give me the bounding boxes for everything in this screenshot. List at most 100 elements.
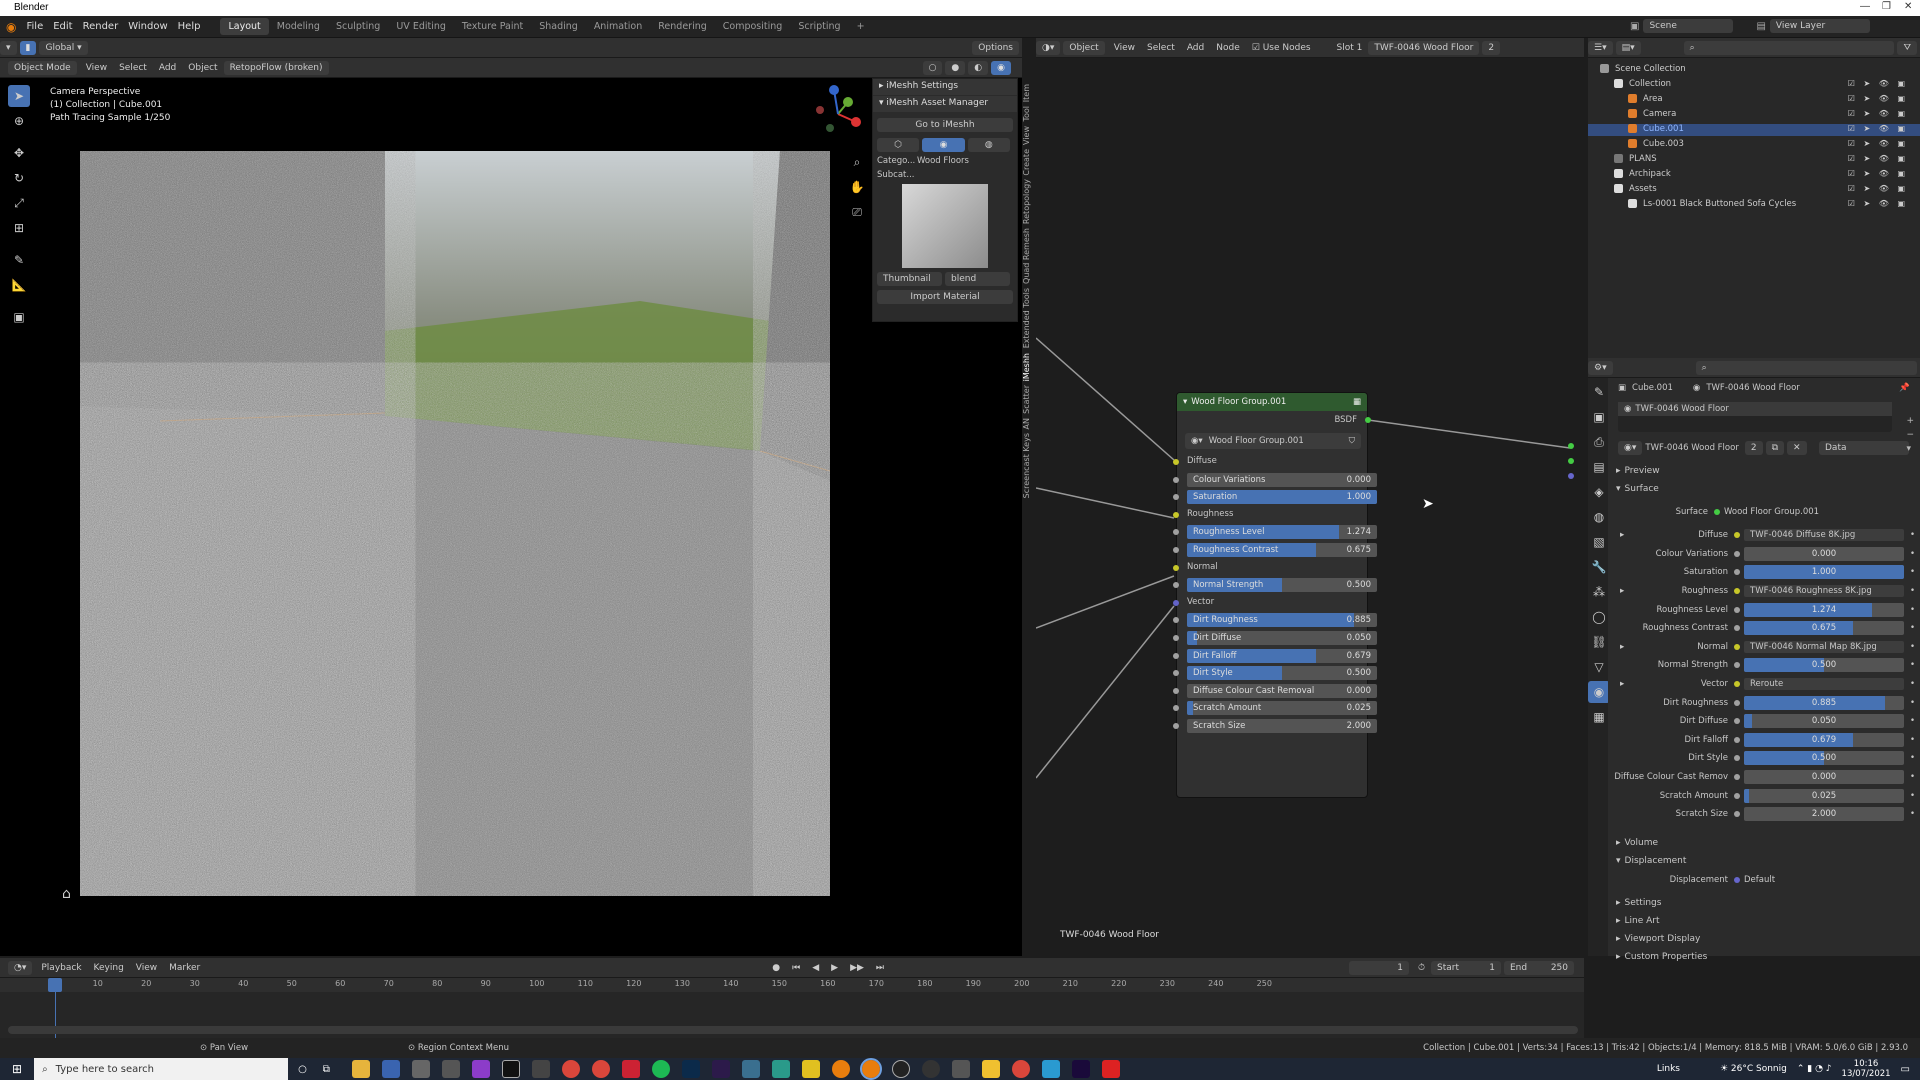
- move-tool-icon[interactable]: ✥: [8, 142, 30, 164]
- constraints-tab-icon[interactable]: ⛓: [1588, 631, 1610, 653]
- node-slider[interactable]: Normal Strength 0.500: [1187, 578, 1377, 593]
- displacement-panel-header[interactable]: ▾ Displacement: [1608, 852, 1920, 870]
- scene-tab-icon[interactable]: ◈: [1588, 481, 1610, 503]
- editor-type-button[interactable]: ☰▾: [1588, 40, 1613, 55]
- premiere-icon[interactable]: [1071, 1060, 1090, 1078]
- input-socket[interactable]: [1173, 687, 1179, 694]
- outliner-item-archipack[interactable]: Archipack ☑ ➤ 👁 ▣: [1588, 169, 1920, 181]
- windows-start-icon[interactable]: ⊞: [12, 1062, 22, 1076]
- keyframe-dot-icon[interactable]: •: [1910, 698, 1915, 708]
- prop-slider[interactable]: 0.000: [1744, 770, 1904, 785]
- cursor-tool-icon[interactable]: ⊕: [8, 110, 30, 132]
- jump-start-icon[interactable]: ⏮: [792, 963, 800, 973]
- input-socket[interactable]: [1173, 617, 1179, 624]
- tray-icons[interactable]: ⌃ ▮ ◔ ♪: [1797, 1064, 1832, 1074]
- timeline-menu-playback[interactable]: Playback: [41, 963, 81, 973]
- settings-panel-header[interactable]: ▸ Settings: [1608, 894, 1920, 912]
- keyframe-dot-icon[interactable]: •: [1910, 660, 1915, 670]
- weather-widget[interactable]: ☀ 26°C Sonnig: [1720, 1064, 1787, 1074]
- blender-taskbar-icon[interactable]: [859, 1058, 882, 1080]
- pin-icon[interactable]: 📌: [1899, 383, 1910, 393]
- node-input-diffuse-colour-cast-removal[interactable]: Diffuse Colour Cast Removal 0.000: [1173, 683, 1377, 698]
- link-data-dropdown[interactable]: Data: [1819, 441, 1909, 455]
- material-tab-icon[interactable]: ◉: [1588, 681, 1610, 703]
- node-input-dirt-roughness[interactable]: Dirt Roughness 0.885: [1173, 613, 1377, 628]
- node-input-roughness-contrast[interactable]: Roughness Contrast 0.675: [1173, 543, 1377, 557]
- tab-texture-paint[interactable]: Texture Paint: [454, 18, 531, 35]
- keyframe-dot-icon[interactable]: •: [1910, 772, 1915, 782]
- scene-selector[interactable]: Scene: [1643, 19, 1734, 33]
- output-node-edge[interactable]: [1568, 398, 1584, 528]
- collapse-arrow-icon[interactable]: ▾: [1183, 397, 1187, 407]
- imeshh-settings-header[interactable]: ▸ iMeshh Settings: [873, 79, 1017, 95]
- measure-tool-icon[interactable]: 📐: [8, 274, 30, 296]
- npanel-tab-view[interactable]: View: [1022, 126, 1031, 145]
- visibility-toggles[interactable]: ☑ ➤ 👁 ▣: [1848, 169, 1908, 178]
- outliner-item-plans[interactable]: PLANS ☑ ➤ 👁 ▣: [1588, 154, 1920, 166]
- expand-arrow-icon[interactable]: ▸: [1620, 586, 1624, 596]
- duplicate-material-icon[interactable]: ⧉: [1765, 441, 1784, 455]
- transform-orientation[interactable]: Global ▾: [39, 40, 88, 55]
- prop-slider[interactable]: 0.000: [1744, 546, 1904, 561]
- prop-slider[interactable]: 0.500: [1744, 658, 1904, 673]
- input-socket[interactable]: [1734, 681, 1740, 688]
- category-dropdown[interactable]: Wood Floors: [917, 156, 1013, 166]
- slot-dropdown[interactable]: Slot 1: [1337, 43, 1363, 53]
- input-socket[interactable]: [1173, 529, 1179, 536]
- prop-link-field[interactable]: TWF-0046 Roughness 8K.jpg: [1744, 585, 1904, 598]
- links-toolbar[interactable]: Links: [1657, 1064, 1680, 1074]
- displacement-field[interactable]: Default: [1744, 875, 1775, 885]
- navigation-gizmo[interactable]: [808, 84, 868, 144]
- input-socket[interactable]: [1173, 476, 1179, 483]
- photoshop-icon[interactable]: [681, 1060, 700, 1078]
- use-nodes-checkbox[interactable]: ☑ Use Nodes: [1252, 43, 1311, 53]
- preview-range-icon[interactable]: ⏱: [1418, 963, 1425, 973]
- node-input-colour-variations[interactable]: Colour Variations 0.000: [1173, 472, 1377, 487]
- clock[interactable]: 10:16 13/07/2021: [1842, 1059, 1891, 1079]
- prop-slider[interactable]: 0.500: [1744, 751, 1904, 766]
- minimize-icon[interactable]: —: [1860, 1, 1870, 12]
- outliner-item-ls-0001-black-buttoned-sofa-cycles[interactable]: Ls-0001 Black Buttoned Sofa Cycles ☑ ➤ 👁 …: [1588, 199, 1920, 211]
- viewport-display-panel-header[interactable]: ▸ Viewport Display: [1608, 930, 1920, 948]
- pan-hand-icon[interactable]: ✋: [846, 176, 868, 198]
- play-icon[interactable]: ▶: [831, 963, 838, 973]
- keyframe-dot-icon[interactable]: •: [1910, 642, 1915, 652]
- node-input-dirt-falloff[interactable]: Dirt Falloff 0.679: [1173, 648, 1377, 663]
- browse-material-icon[interactable]: ◉▾: [1618, 441, 1643, 455]
- data-tab-icon[interactable]: ▽: [1588, 656, 1610, 678]
- world-tab-icon[interactable]: ◍: [1588, 506, 1610, 528]
- npanel-tab-tool[interactable]: Tool: [1022, 106, 1031, 122]
- menu-render[interactable]: Render: [83, 21, 119, 32]
- viewport-shading-material-icon[interactable]: ◐: [968, 60, 989, 75]
- file-explorer-icon[interactable]: [351, 1060, 370, 1078]
- surface-shader-field[interactable]: Wood Floor Group.001: [1724, 507, 1819, 517]
- outliner-item-cube-003[interactable]: Cube.003 ☑ ➤ 👁 ▣: [1588, 139, 1920, 151]
- input-socket[interactable]: [1734, 606, 1740, 613]
- input-socket[interactable]: [1173, 723, 1179, 729]
- editor-type-button[interactable]: ▾: [0, 40, 17, 55]
- keyframe-dot-icon[interactable]: •: [1910, 605, 1915, 615]
- node-menu-add[interactable]: Add: [1187, 43, 1204, 53]
- node-slider[interactable]: Roughness Contrast 0.675: [1187, 543, 1377, 557]
- view-layer-selector[interactable]: View Layer: [1769, 19, 1870, 33]
- input-socket[interactable]: [1734, 662, 1740, 669]
- keyframe-dot-icon[interactable]: •: [1910, 735, 1915, 745]
- viewport-shading-solid-icon[interactable]: ●: [945, 60, 966, 75]
- npanel-tab-imeshh[interactable]: iMeshh: [1022, 353, 1031, 381]
- fake-user-icon[interactable]: ⛉: [1349, 436, 1355, 446]
- app-icon[interactable]: [471, 1060, 490, 1078]
- acrobat-icon[interactable]: [1101, 1060, 1120, 1078]
- timeline-scrollbar[interactable]: [8, 1026, 1578, 1034]
- prop-slider[interactable]: 0.679: [1744, 732, 1904, 747]
- next-key-icon[interactable]: ▶▶: [850, 963, 864, 973]
- timeline-area[interactable]: 1102030405060708090100110120130140150160…: [0, 978, 1584, 1038]
- visibility-toggles[interactable]: ☑ ➤ 👁 ▣: [1848, 94, 1908, 103]
- node-input-scratch-amount[interactable]: Scratch Amount 0.025: [1173, 701, 1377, 716]
- node-slider[interactable]: Dirt Diffuse 0.050: [1187, 631, 1377, 645]
- viewport-shading-rendered-icon[interactable]: ◉: [991, 60, 1011, 75]
- asset-type-world-icon[interactable]: ◍: [967, 138, 1010, 152]
- node-input-roughness-level[interactable]: Roughness Level 1.274: [1173, 525, 1377, 540]
- keyframe-dot-icon[interactable]: •: [1910, 586, 1915, 596]
- input-socket[interactable]: [1734, 792, 1740, 799]
- app-icon[interactable]: [921, 1060, 940, 1078]
